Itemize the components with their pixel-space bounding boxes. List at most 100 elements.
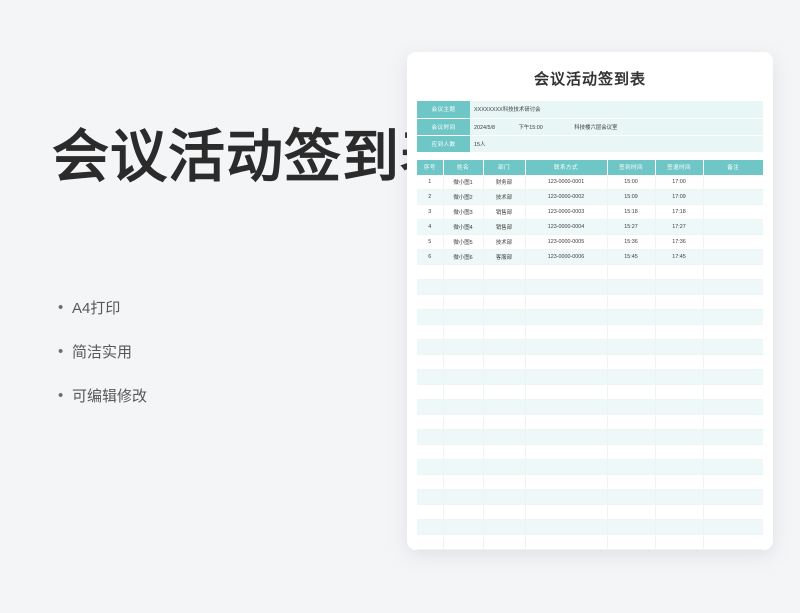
feature-label: 简洁实用 xyxy=(72,343,133,361)
table-cell-empty xyxy=(443,489,484,505)
table-cell-empty xyxy=(655,429,704,445)
headcount-text: 15人 xyxy=(474,141,486,148)
table-row: 6 微小图6 客服部 123-0000-0006 15:45 17:45 xyxy=(417,249,763,265)
table-cell: 技术部 xyxy=(483,234,526,250)
table-row-empty xyxy=(417,444,763,460)
table-row-empty xyxy=(417,414,763,430)
table-cell-empty xyxy=(607,324,656,340)
table-cell-empty xyxy=(525,549,608,550)
table-cell-empty xyxy=(703,354,763,370)
table-cell-empty xyxy=(655,309,704,325)
table-row-empty xyxy=(417,354,763,370)
table-row: 5 微小图5 技术部 123-0000-0005 15:36 17:36 xyxy=(417,234,763,250)
table-cell-empty xyxy=(655,324,704,340)
table-row-empty xyxy=(417,474,763,490)
table-cell-empty xyxy=(607,399,656,415)
table-row-empty xyxy=(417,384,763,400)
table-cell-empty xyxy=(417,504,444,520)
table-cell-empty xyxy=(443,339,484,355)
table-cell-empty xyxy=(483,444,526,460)
table-cell-empty xyxy=(607,474,656,490)
table-header-row: 序号 姓名 部门 联系方式 签到时间 签退时间 备注 xyxy=(417,159,763,175)
table-row: 1 微小图1 财务部 123-0000-0001 15:00 17:00 xyxy=(417,174,763,190)
column-header-seq: 序号 xyxy=(417,159,444,175)
table-cell-empty xyxy=(655,294,704,310)
table-cell: 123-0000-0005 xyxy=(525,234,608,250)
table-row-empty xyxy=(417,534,763,550)
table-cell-empty xyxy=(607,459,656,475)
table-cell-empty xyxy=(417,549,444,550)
table-cell-empty xyxy=(443,384,484,400)
column-header-signin-time: 签到时间 xyxy=(606,159,656,175)
document-preview-card[interactable]: 会议活动签到表 会议主题 XXXXXXXX科技技术研讨会 会议时间 2024/5… xyxy=(407,52,773,550)
table-cell: 15:27 xyxy=(607,219,656,235)
table-cell-empty xyxy=(483,534,526,550)
table-cell-empty xyxy=(417,309,444,325)
table-cell-empty xyxy=(607,429,656,445)
table-cell-empty xyxy=(443,414,484,430)
table-cell-empty xyxy=(417,369,444,385)
feature-label: 可编辑修改 xyxy=(72,387,148,405)
table-cell: 15:36 xyxy=(607,234,656,250)
table-cell-empty xyxy=(525,354,608,370)
info-value-subject: XXXXXXXX科技技术研讨会 xyxy=(470,101,763,119)
table-row: 2 微小图2 技术部 123-0000-0002 15:09 17:09 xyxy=(417,189,763,205)
table-cell-empty xyxy=(703,444,763,460)
table-cell-empty xyxy=(607,549,656,550)
table-cell-empty xyxy=(525,429,608,445)
table-cell-empty xyxy=(483,309,526,325)
info-value-time: 2024/5/8 下午15:00 科技楼六层会议室 xyxy=(470,118,763,136)
table-cell-empty xyxy=(443,279,484,295)
table-cell-empty xyxy=(443,504,484,520)
table-cell: 123-0000-0006 xyxy=(525,249,608,265)
page-title: 会议活动签到表 xyxy=(52,125,458,189)
table-cell-empty xyxy=(417,474,444,490)
table-cell-empty xyxy=(525,369,608,385)
table-row-empty xyxy=(417,459,763,475)
list-item: • A4打印 xyxy=(58,285,147,329)
table-cell-empty xyxy=(483,474,526,490)
table-row-empty xyxy=(417,399,763,415)
table-cell-empty xyxy=(443,294,484,310)
table-cell-empty xyxy=(525,519,608,535)
table-cell-empty xyxy=(443,264,484,280)
table-cell-empty xyxy=(443,324,484,340)
table-cell: 123-0000-0002 xyxy=(525,189,608,205)
list-item: • 可编辑修改 xyxy=(58,373,147,417)
table-cell: 技术部 xyxy=(483,189,526,205)
signin-table: 序号 姓名 部门 联系方式 签到时间 签退时间 备注 1 微小图1 财务部 123-0… xyxy=(417,159,763,550)
table-cell: 17:18 xyxy=(655,204,704,220)
table-cell-empty xyxy=(417,534,444,550)
table-cell-empty xyxy=(703,459,763,475)
table-cell-empty xyxy=(525,294,608,310)
column-header-signout-time: 签退时间 xyxy=(654,159,704,175)
table-cell: 17:45 xyxy=(655,249,704,265)
meeting-place-text: 科技楼六层会议室 xyxy=(574,124,618,131)
table-cell: 财务部 xyxy=(483,174,526,190)
table-cell: 微小图5 xyxy=(443,234,484,250)
table-cell-empty xyxy=(525,534,608,550)
table-cell: 微小图6 xyxy=(443,249,484,265)
table-cell-empty xyxy=(607,279,656,295)
table-cell: 6 xyxy=(417,249,444,265)
table-cell-empty xyxy=(417,264,444,280)
table-row: 会议时间 2024/5/8 下午15:00 科技楼六层会议室 xyxy=(417,118,763,136)
table-cell: 1 xyxy=(417,174,444,190)
table-cell-empty xyxy=(483,279,526,295)
table-cell-empty xyxy=(443,444,484,460)
table-row: 应到人数 15人 xyxy=(417,135,763,153)
table-row-empty xyxy=(417,504,763,520)
table-cell-empty xyxy=(525,459,608,475)
table-cell xyxy=(703,219,763,235)
table-cell-empty xyxy=(607,309,656,325)
table-cell-empty xyxy=(607,384,656,400)
table-cell-empty xyxy=(417,339,444,355)
table-cell-empty xyxy=(443,519,484,535)
table-cell-empty xyxy=(655,534,704,550)
table-cell-empty xyxy=(703,504,763,520)
table-cell-empty xyxy=(655,549,704,550)
table-cell-empty xyxy=(655,519,704,535)
table-cell-empty xyxy=(607,339,656,355)
table-cell: 17:09 xyxy=(655,189,704,205)
table-cell-empty xyxy=(483,459,526,475)
